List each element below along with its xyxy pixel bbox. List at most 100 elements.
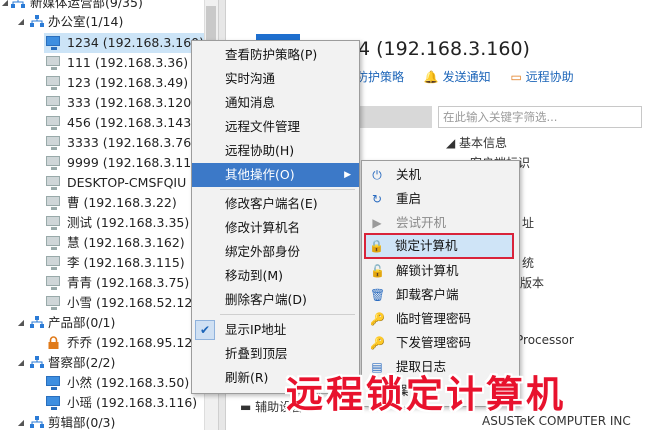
collapse-arrow-icon[interactable]: ◢ <box>16 413 26 430</box>
menu-label: 临时管理密码 <box>396 311 472 326</box>
menu-view-policy[interactable]: 查看防护策略(P) <box>192 43 359 67</box>
submenu-try-boot[interactable]: ▶ 尝试开机 <box>362 211 519 235</box>
org-icon <box>30 356 44 368</box>
item-label: 333 (192.168.3.120) <box>67 95 197 110</box>
menu-label: 修改客户端名(E) <box>225 196 318 211</box>
context-menu: 查看防护策略(P) 实时沟通 通知消息 远程文件管理 远程协助(H) 其他操作(… <box>191 40 360 394</box>
menu-label: 其他操作(O) <box>225 167 295 182</box>
computer-offline-icon <box>46 56 60 70</box>
computer-offline-icon <box>46 156 60 170</box>
item-label: 111 (192.168.3.36) <box>67 55 189 70</box>
computer-online-icon <box>46 396 60 410</box>
submenu-temp-password[interactable]: 🔑 临时管理密码 <box>362 307 519 331</box>
bell-icon: 🔔 <box>423 70 439 84</box>
menu-label: 移动到(M) <box>225 268 284 283</box>
menu-move-to[interactable]: 移动到(M) <box>192 264 359 288</box>
menu-separator <box>220 189 355 190</box>
menu-label: 下发管理密码 <box>396 335 472 350</box>
menu-label: 通知消息 <box>225 95 276 110</box>
caption-overlay: 远程锁定计算机 <box>286 373 566 416</box>
menu-label: 尝试开机 <box>396 215 447 230</box>
item-label: 123 (192.168.3.49) <box>67 75 189 90</box>
computer-offline-icon <box>46 196 60 210</box>
computer-offline-icon <box>46 216 60 230</box>
menu-bind-identity[interactable]: 绑定外部身份 <box>192 240 359 264</box>
computer-offline-icon <box>46 136 60 150</box>
org-icon <box>30 15 44 27</box>
basic-info-header[interactable]: ◢ 基本信息 <box>446 134 507 151</box>
unlock-icon: 🔓 <box>370 264 385 278</box>
menu-label: 显示IP地址 <box>225 322 287 337</box>
group-label: 剪辑部(0/3) <box>48 415 116 430</box>
submenu-unlock[interactable]: 🔓 解锁计算机 <box>362 259 519 283</box>
menu-label: 折叠到顶层 <box>225 346 288 361</box>
toolbar-remote-label: 远程协助 <box>525 70 574 84</box>
computer-offline-icon <box>46 276 60 290</box>
collapse-arrow-icon[interactable]: ◢ <box>16 313 26 333</box>
toolbar-notify-label: 发送通知 <box>442 70 491 84</box>
computer-offline-icon <box>46 176 60 190</box>
field-version: 版本 <box>520 276 545 290</box>
menu-label: 远程协助(H) <box>225 143 295 158</box>
collapse-arrow-icon[interactable]: ◢ <box>0 0 10 13</box>
item-label: 李 (192.168.3.115) <box>67 255 185 270</box>
computer-offline-icon <box>46 96 60 110</box>
submenu-shutdown[interactable]: ⏻ 关机 <box>362 163 519 187</box>
detail-title: 4 (192.168.3.160) <box>358 38 530 60</box>
basic-info-label: 基本信息 <box>459 136 508 150</box>
org-icon <box>30 316 44 328</box>
submenu-send-password[interactable]: 🔑 下发管理密码 <box>362 331 519 355</box>
play-icon: ▶ <box>372 216 382 230</box>
menu-rename-computer[interactable]: 修改计算机名 <box>192 216 359 240</box>
item-label: 慧 (192.168.3.162) <box>67 235 185 250</box>
item-label: DESKTOP-CMSFQIU <box>67 175 187 190</box>
key-icon: 🔑 <box>370 336 385 350</box>
item-label: 曹 (192.168.3.22) <box>67 195 177 210</box>
menu-notify[interactable]: 通知消息 <box>192 91 359 115</box>
submenu-restart[interactable]: ↻ 重启 <box>362 187 519 211</box>
menu-label: 关机 <box>396 167 422 182</box>
group-label: 产品部(0/1) <box>48 315 116 330</box>
submenu-arrow-icon: ▶ <box>344 170 351 180</box>
field-processor: Processor <box>516 333 574 347</box>
menu-collapse-top[interactable]: 折叠到顶层 <box>192 342 359 366</box>
computer-online-icon <box>46 36 60 50</box>
computer-offline-icon <box>46 236 60 250</box>
trash-icon: 🗑 <box>370 288 386 302</box>
menu-remote-files[interactable]: 远程文件管理 <box>192 115 359 139</box>
menu-label: 卸载客户端 <box>396 287 459 302</box>
computer-offline-icon <box>46 76 60 90</box>
menu-remote-assist[interactable]: 远程协助(H) <box>192 139 359 163</box>
menu-separator <box>220 314 355 315</box>
check-icon: ✔ <box>200 323 211 337</box>
item-label: 测试 (192.168.3.35) <box>67 215 190 230</box>
field-system: 统 <box>522 256 535 270</box>
menu-show-ip[interactable]: ✔ 显示IP地址 <box>192 318 359 342</box>
submenu-uninstall[interactable]: 🗑 卸载客户端 <box>362 283 519 307</box>
toolbar-notify-link[interactable]: 🔔 发送通知 <box>424 70 491 84</box>
menu-live-chat[interactable]: 实时沟通 <box>192 67 359 91</box>
item-label: 9999 (192.168.3.117) <box>67 155 204 170</box>
menu-label: 远程文件管理 <box>225 119 301 134</box>
collapse-arrow-icon[interactable]: ◢ <box>16 12 26 32</box>
item-label: 小然 (192.168.3.50) <box>67 375 190 390</box>
key-icon: 🔑 <box>370 312 385 326</box>
collapse-arrow-icon[interactable]: ◢ <box>16 353 26 373</box>
menu-rename-client[interactable]: 修改客户端名(E) <box>192 192 359 216</box>
computer-offline-icon <box>46 116 60 130</box>
monitor-icon: ▭ <box>510 70 522 84</box>
filter-input[interactable]: 在此输入关键字筛选... <box>438 106 642 128</box>
keyboard-icon: ▬ <box>240 400 252 414</box>
restart-icon: ↻ <box>371 192 383 206</box>
item-label: 3333 (192.168.3.76) <box>67 135 197 150</box>
menu-label: 重启 <box>396 191 422 206</box>
menu-other-actions[interactable]: 其他操作(O) ▶ <box>192 163 359 187</box>
org-icon <box>30 416 44 428</box>
item-label: 乔乔 (192.168.95.128) <box>67 335 204 350</box>
item-label: 小雪 (192.168.52.128) <box>67 295 204 310</box>
item-label: 1234 (192.168.3.160) <box>67 35 204 50</box>
lock-orange-icon <box>48 336 59 349</box>
toolbar-remote-link[interactable]: ▭ 远程协助 <box>510 70 573 84</box>
menu-delete-client[interactable]: 删除客户端(D) <box>192 288 359 312</box>
menu-label: 解锁计算机 <box>396 263 459 278</box>
